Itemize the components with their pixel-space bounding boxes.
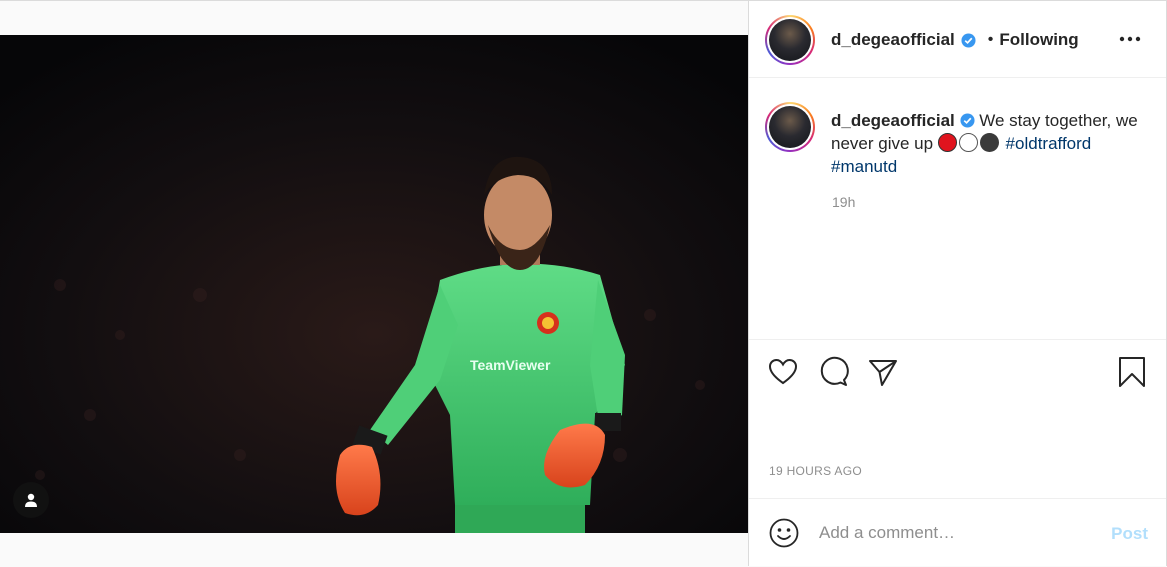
verified-badge-icon [959,113,975,128]
comment-input[interactable] [819,519,1089,547]
header-user-line: d_degeaofficial • Following [831,30,1079,50]
comment-button[interactable] [817,356,849,388]
verified-badge-icon [961,32,976,48]
action-bar [749,339,1166,403]
comment-bubble-icon [820,356,849,386]
header-separator: • [987,31,994,48]
sponsor-text: TeamViewer [470,357,551,373]
post-sidebar: d_degeaofficial • Following d_degeaoffic… [748,0,1167,566]
header-username[interactable]: d_degeaofficial [831,30,955,50]
black-circle-emoji [979,133,999,152]
caption-avatar[interactable] [765,102,815,152]
post-header: d_degeaofficial • Following [749,1,1166,78]
emoji-picker-button[interactable] [769,518,799,548]
post-comment-button[interactable]: Post [1111,524,1148,544]
avatar[interactable] [765,15,815,65]
post-timestamp[interactable]: 19 HOURS AGO [769,464,862,478]
caption-timestamp[interactable]: 19h [832,194,855,210]
white-circle-emoji [958,133,978,152]
save-button[interactable] [1116,356,1148,388]
tagged-users-button[interactable] [13,482,49,518]
post-media-area: TeamViewer [0,0,748,566]
caption: d_degeaofficial We stay together, we nev… [831,109,1141,178]
comment-bar: Post [749,498,1166,567]
bookmark-icon [1119,357,1145,387]
instagram-post-view: TeamViewer d_degeaofficial • Following d… [0,0,1167,566]
more-horizontal-icon [1119,36,1141,42]
goalkeeper-illustration: TeamViewer [0,35,748,533]
caption-username[interactable]: d_degeaofficial [831,111,955,130]
hashtag-manutd[interactable]: #manutd [831,157,897,176]
heart-icon [768,358,798,385]
paper-plane-icon [869,360,897,386]
user-tag-icon [25,493,37,507]
post-photo[interactable]: TeamViewer [0,35,748,533]
smiley-icon [769,518,799,548]
like-button[interactable] [767,356,799,388]
red-circle-emoji [937,133,957,152]
share-button[interactable] [867,356,899,388]
more-options-button[interactable] [1118,29,1142,49]
following-button[interactable]: Following [999,30,1078,50]
hashtag-oldtrafford[interactable]: #oldtrafford [1006,134,1092,153]
